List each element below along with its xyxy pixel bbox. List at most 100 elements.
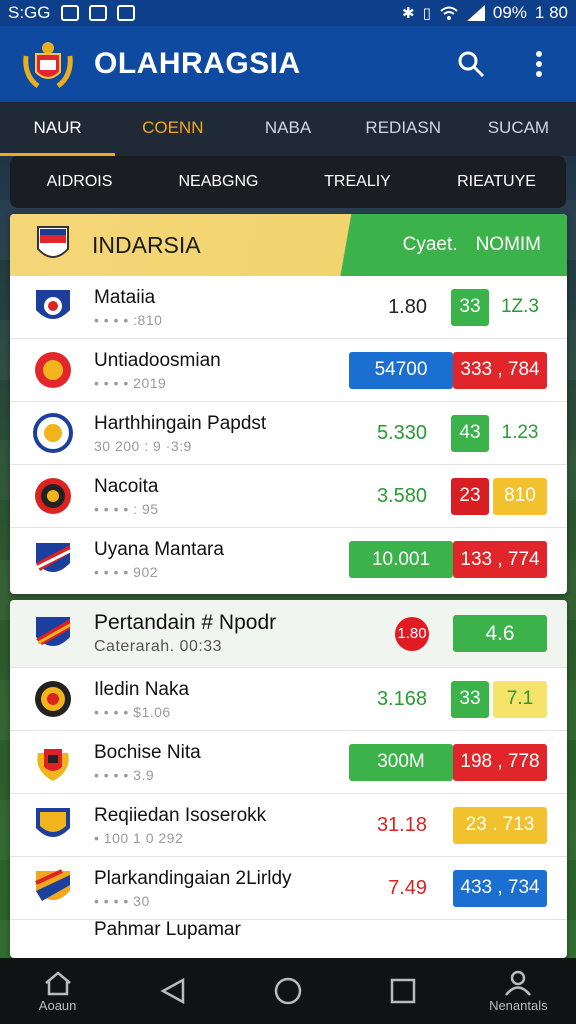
system-nav-bar: Aoaun Nenantals [0, 958, 576, 1024]
overflow-menu-button[interactable] [522, 47, 556, 81]
odds-pill[interactable]: 300M [349, 743, 453, 781]
match-row[interactable]: Pahmar Lupamar [10, 920, 567, 940]
team-crest-icon [36, 616, 71, 646]
team-name: Iledin Naka [94, 678, 190, 700]
team-name: Nacoita [94, 475, 159, 497]
team-meta: • • • • : 95 [94, 500, 159, 517]
app-bar: OLAHRAGSIA [0, 26, 576, 102]
match-row[interactable]: Iledin Naka • • • • $1.06 3.168 33 7.1 [10, 668, 567, 731]
recents-icon [390, 978, 416, 1004]
team-meta: • • • • $1.06 [94, 703, 171, 720]
odds-pill[interactable]: 133 , 774 [453, 541, 547, 578]
match-row[interactable]: Plarkandingaian 2Lirldy • • • • 30 7.49 … [10, 857, 567, 920]
match-score: 31.18 [376, 813, 427, 836]
app-title: OLAHRAGSIA [94, 47, 301, 80]
team-crest-icon [35, 478, 71, 514]
odds-pill[interactable]: 43 [451, 414, 489, 452]
odds-pill[interactable]: 1Z.3 [493, 288, 547, 326]
subtab-trealiy[interactable]: TREALIY [288, 173, 427, 191]
tab-naur[interactable]: NAUR [0, 102, 116, 156]
team-name: Bochise Nita [94, 741, 201, 763]
nav-home[interactable]: Aoaun [13, 970, 103, 1013]
tab-coenn[interactable]: COENN [115, 102, 230, 156]
featured-match-row[interactable]: Pertandain # Npodr Caterarah. 00:33 1.80… [10, 600, 567, 668]
team-meta: • 100 1 0 292 [94, 829, 184, 846]
nav-recents[interactable] [358, 977, 448, 1005]
league-card: Pertandain # Npodr Caterarah. 00:33 1.80… [10, 600, 567, 958]
match-score: 3.580 [376, 484, 427, 507]
match-row[interactable]: Nacoita • • • • : 95 3.580 23 810 [10, 465, 567, 528]
nav-home-circle[interactable] [243, 976, 333, 1006]
team-name: Plarkandingaian 2Lirldy [94, 867, 292, 889]
match-score: 1.80 [388, 295, 427, 318]
odds-pill[interactable]: 1.23 [493, 414, 547, 452]
odds-pill[interactable]: 810 [493, 477, 547, 515]
nav-back[interactable] [128, 977, 218, 1005]
wifi-icon [440, 6, 458, 20]
odds-pill[interactable]: 198 , 778 [453, 743, 547, 781]
team-crest-icon [33, 413, 73, 453]
match-score: 5.330 [376, 421, 427, 444]
odds-pill[interactable]: 333 , 784 [453, 351, 547, 389]
live-score-badge: 1.80 [395, 616, 429, 651]
home-icon [44, 970, 71, 995]
home-status-icon [116, 5, 135, 21]
filter-tabs: AIDROIS NEABGNG TREALIY RIEATUYE [10, 156, 566, 208]
league-extra-right: NOMIM [475, 234, 541, 255]
match-row[interactable]: Reqiiedan Isoserokk • 100 1 0 292 31.18 … [10, 794, 567, 857]
match-status: Caterarah. 00:33 [94, 638, 223, 655]
vibrate-icon: ▯ [422, 5, 431, 22]
odds-pill[interactable]: 33 [451, 680, 489, 718]
odds-pill[interactable]: 4.6 [453, 615, 547, 652]
search-button[interactable] [454, 47, 488, 81]
match-row[interactable]: Bochise Nita • • • • 3.9 300M 198 , 778 [10, 731, 567, 794]
team-meta: 30 200 : 9 ·3:9 [94, 437, 192, 454]
status-time: S:GG [8, 3, 51, 22]
notification-icon [88, 5, 107, 21]
app-logo-icon [23, 42, 73, 89]
main-tabs: NAUR COENN NABA REDIASN SUCAM [0, 102, 576, 156]
home-circle-icon [274, 977, 302, 1005]
profile-icon [505, 970, 532, 996]
match-score: 7.49 [388, 876, 427, 899]
odds-pill[interactable]: 23 . 713 [453, 806, 547, 844]
odds-pill[interactable]: 433 , 734 [453, 869, 547, 907]
team-crest-icon [36, 542, 71, 572]
match-score: 3.168 [376, 687, 427, 710]
team-meta: • • • • 3.9 [94, 766, 155, 783]
team-crest-icon [36, 808, 70, 837]
odds-pill[interactable]: 10.001 [349, 541, 453, 578]
tab-naba[interactable]: NABA [230, 102, 345, 156]
team-name: Uyana Mantara [94, 539, 224, 560]
nav-profile[interactable]: Nenantals [473, 970, 563, 1013]
odds-pill[interactable]: 54700 [349, 351, 453, 389]
team-meta: • • • • 902 [94, 564, 159, 580]
subtab-aidrois[interactable]: AIDROIS [10, 173, 149, 191]
team-name: Harthhingain Papdst [94, 412, 267, 434]
odds-pill[interactable]: 33 [451, 288, 489, 326]
odds-pill[interactable]: 23 [451, 477, 489, 515]
nav-profile-label: Nenantals [489, 997, 548, 1013]
league-extra-left: Cyaet. [402, 234, 458, 255]
match-row[interactable]: Uyana Mantara • • • • 902 10.001 133 , 7… [10, 528, 567, 591]
more-vert-icon [536, 51, 542, 77]
team-meta: • • • • 2019 [94, 374, 167, 391]
odds-pill[interactable]: 7.1 [493, 680, 547, 718]
league-card: INDARSIA Cyaet. NOMIM Mataiia • • • • :8… [10, 214, 567, 594]
tab-sucam[interactable]: SUCAM [461, 102, 576, 156]
subtab-rieatuye[interactable]: RIEATUYE [427, 173, 566, 191]
team-crest-icon [37, 749, 69, 781]
team-name: Untiadoosmian [94, 349, 221, 371]
tab-rediasn[interactable]: REDIASN [346, 102, 461, 156]
team-meta: • • • • 30 [94, 892, 150, 909]
league-header[interactable]: INDARSIA Cyaet. NOMIM [10, 214, 567, 276]
match-row[interactable]: Untiadoosmian • • • • 2019 54700 333 , 7… [10, 339, 567, 402]
match-row[interactable]: Harthhingain Papdst 30 200 : 9 ·3:9 5.33… [10, 402, 567, 465]
team-crest-icon [35, 352, 71, 388]
team-crest-icon [35, 869, 70, 901]
signal-icon [466, 5, 485, 21]
match-row[interactable]: Mataiia • • • • :810 1.80 33 1Z.3 [10, 276, 567, 339]
bluetooth-icon: ✱ [402, 5, 415, 22]
subtab-neabgng[interactable]: NEABGNG [149, 173, 288, 191]
league-name: INDARSIA [92, 231, 201, 258]
